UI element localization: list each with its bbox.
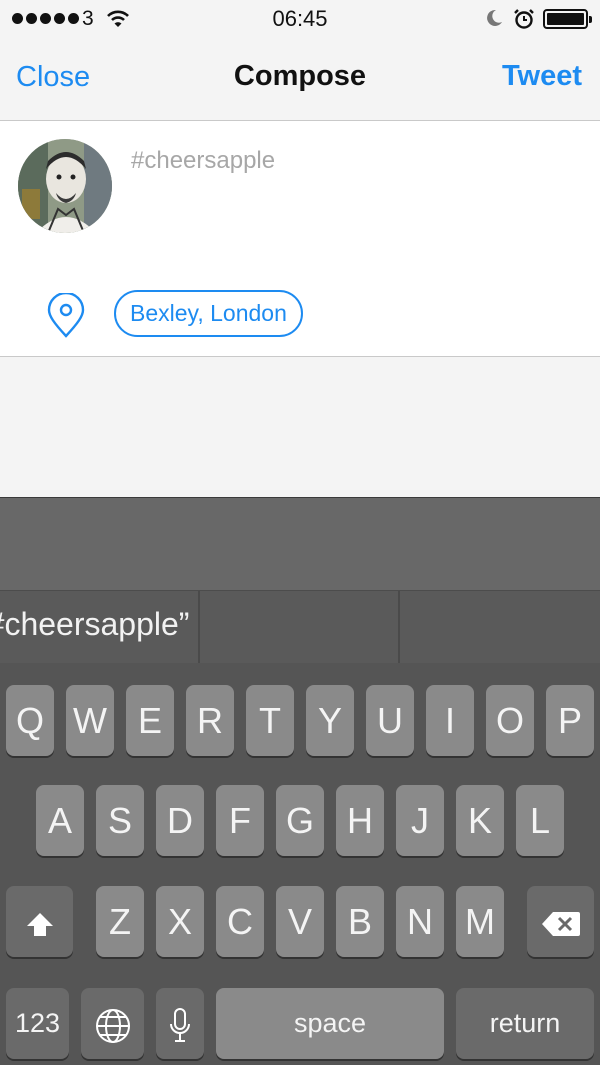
key-a[interactable]: A (36, 785, 84, 856)
microphone-key[interactable] (156, 988, 204, 1059)
key-h[interactable]: H (336, 785, 384, 856)
suggestion-1[interactable]: “#cheersapple” (0, 591, 200, 663)
location-button[interactable]: Bexley, London (114, 290, 303, 337)
keyboard-top-bar (0, 498, 600, 591)
location-pin-icon[interactable] (46, 291, 86, 344)
key-q[interactable]: Q (6, 685, 54, 756)
key-l[interactable]: L (516, 785, 564, 856)
key-b[interactable]: B (336, 886, 384, 957)
key-n[interactable]: N (396, 886, 444, 957)
key-v[interactable]: V (276, 886, 324, 957)
key-p[interactable]: P (546, 685, 594, 756)
key-t[interactable]: T (246, 685, 294, 756)
avatar (18, 139, 112, 233)
key-o[interactable]: O (486, 685, 534, 756)
key-e[interactable]: E (126, 685, 174, 756)
return-key[interactable]: return (456, 988, 594, 1059)
tweet-text-input[interactable] (131, 147, 571, 175)
shift-key[interactable] (6, 886, 73, 957)
globe-key[interactable] (81, 988, 144, 1059)
globe-icon (94, 1003, 132, 1044)
key-x[interactable]: X (156, 886, 204, 957)
key-m[interactable]: M (456, 886, 504, 957)
key-g[interactable]: G (276, 785, 324, 856)
compose-area: Bexley, London (0, 121, 600, 357)
alarm-icon (513, 8, 535, 35)
key-c[interactable]: C (216, 886, 264, 957)
key-r[interactable]: R (186, 685, 234, 756)
battery-icon (543, 9, 592, 29)
predictive-bar: “#cheersapple” (0, 591, 600, 663)
suggestion-2[interactable] (200, 591, 400, 663)
key-k[interactable]: K (456, 785, 504, 856)
status-bar: 3 06:45 (0, 0, 600, 40)
key-i[interactable]: I (426, 685, 474, 756)
suggestion-3[interactable] (400, 591, 600, 663)
empty-area (0, 357, 600, 497)
top-bar: 3 06:45 Close Compose Tweet (0, 0, 600, 121)
moon-icon (484, 8, 504, 33)
key-s[interactable]: S (96, 785, 144, 856)
microphone-icon (168, 1003, 192, 1044)
key-d[interactable]: D (156, 785, 204, 856)
key-z[interactable]: Z (96, 886, 144, 957)
key-j[interactable]: J (396, 785, 444, 856)
shift-icon (25, 901, 55, 942)
numbers-key[interactable]: 123 (6, 988, 69, 1059)
key-f[interactable]: F (216, 785, 264, 856)
backspace-key[interactable] (527, 886, 594, 957)
space-key[interactable]: space (216, 988, 444, 1059)
key-u[interactable]: U (366, 685, 414, 756)
key-y[interactable]: Y (306, 685, 354, 756)
keyboard: “#cheersapple” Q W E R T Y U I O P A S D… (0, 497, 600, 1065)
tweet-button[interactable]: Tweet (502, 60, 582, 93)
clock: 06:45 (272, 6, 328, 31)
backspace-icon (541, 901, 581, 942)
key-w[interactable]: W (66, 685, 114, 756)
